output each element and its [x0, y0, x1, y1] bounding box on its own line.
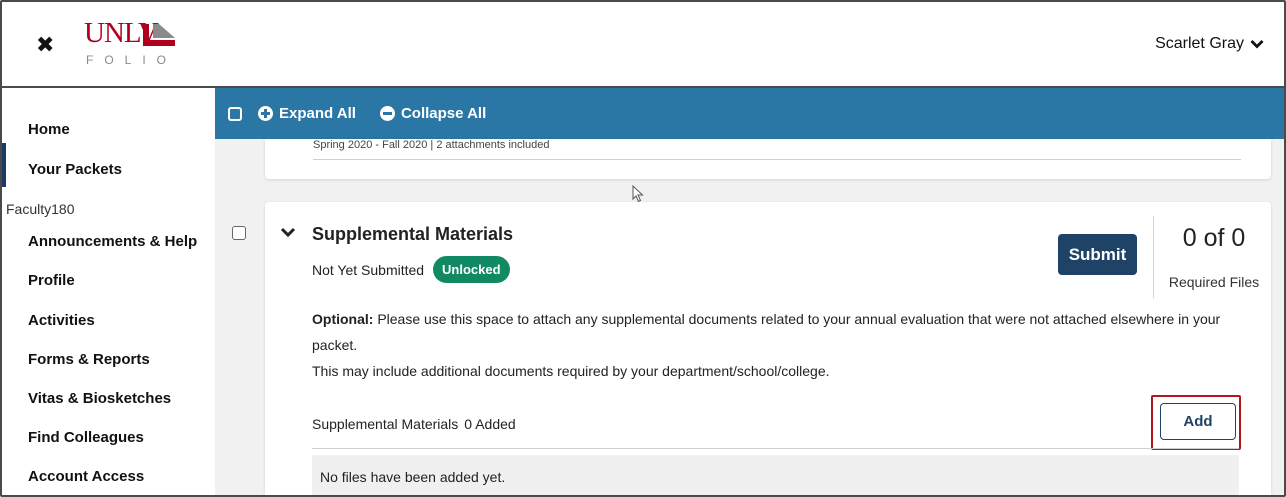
status-badge: Unlocked: [433, 256, 510, 283]
sidebar-item-vitas[interactable]: Vitas & Biosketches: [28, 390, 171, 408]
empty-files-message: No files have been added yet.: [312, 455, 1239, 495]
sidebar-item-forms-reports[interactable]: Forms & Reports: [28, 351, 150, 369]
sidebar-item-account-access[interactable]: Account Access: [28, 468, 144, 486]
chevron-down-icon: [1250, 40, 1264, 49]
section-checkbox[interactable]: [232, 226, 246, 240]
mouse-pointer-icon: [632, 185, 644, 203]
user-menu[interactable]: Scarlet Gray: [1155, 35, 1264, 53]
add-button[interactable]: Add: [1160, 403, 1236, 440]
close-x-icon[interactable]: ✖: [36, 35, 58, 57]
expand-all-label: Expand All: [279, 105, 356, 122]
logo-sub-text: FOLIO: [86, 53, 178, 67]
previous-section-card: Spring 2020 - Fall 2020 | 2 attachments …: [265, 139, 1271, 179]
section-title: Supplemental Materials: [312, 224, 514, 244]
attachments-count: 0 Added: [464, 416, 516, 432]
collapse-all-label: Collapse All: [400, 105, 487, 122]
description-optional-label: Optional:: [312, 311, 374, 327]
description-line-2: This may include additional documents re…: [312, 363, 830, 379]
sidebar-item-profile[interactable]: Profile: [28, 272, 75, 290]
previous-section-subtitle: Spring 2020 - Fall 2020 | 2 attachments …: [313, 139, 550, 151]
minus-circle-icon: [379, 106, 395, 121]
sidebar-item-your-packets[interactable]: Your Packets: [28, 161, 122, 179]
required-files-count: 0 of 0: [1182, 224, 1246, 252]
sidebar-group-faculty180: Faculty180: [6, 201, 75, 217]
submit-button[interactable]: Submit: [1058, 234, 1137, 275]
unlv-folio-logo[interactable]: UNLV FOLIO: [84, 18, 184, 72]
logo-mark-icon: [143, 24, 175, 46]
vertical-divider: [1153, 216, 1154, 298]
user-name: Scarlet Gray: [1155, 35, 1244, 52]
chevron-down-icon[interactable]: [280, 226, 296, 238]
expand-all-button[interactable]: Expand All: [258, 105, 356, 122]
active-indicator: [2, 143, 6, 187]
required-files-label: Required Files: [1168, 274, 1260, 290]
app-frame: ✖ UNLV FOLIO Scarlet Gray Home Your Pack…: [0, 0, 1286, 497]
sidebar-item-announcements[interactable]: Announcements & Help: [28, 233, 197, 251]
divider: [313, 159, 1241, 160]
attachments-header: Supplemental Materials 0 Added: [312, 416, 516, 432]
top-header: ✖ UNLV FOLIO Scarlet Gray: [2, 2, 1284, 88]
submission-status: Not Yet Submitted: [312, 262, 425, 278]
description-line-1: Please use this space to attach any supp…: [312, 311, 1221, 353]
supplemental-materials-card: Supplemental Materials Not Yet Submitted…: [265, 202, 1271, 495]
collapse-all-button[interactable]: Collapse All: [379, 105, 487, 122]
select-all-checkbox[interactable]: [228, 106, 242, 121]
packet-toolbar: Expand All Collapse All: [215, 88, 1284, 139]
divider: [312, 448, 1239, 449]
section-description: Optional: Please use this space to attac…: [312, 306, 1257, 384]
attachments-title: Supplemental Materials: [312, 416, 459, 432]
sidebar-item-home[interactable]: Home: [28, 121, 70, 139]
sidebar: Home Your Packets Faculty180 Announcemen…: [2, 88, 215, 495]
sidebar-item-activities[interactable]: Activities: [28, 312, 95, 330]
sidebar-item-find-colleagues[interactable]: Find Colleagues: [28, 429, 144, 447]
plus-circle-icon: [258, 106, 273, 121]
